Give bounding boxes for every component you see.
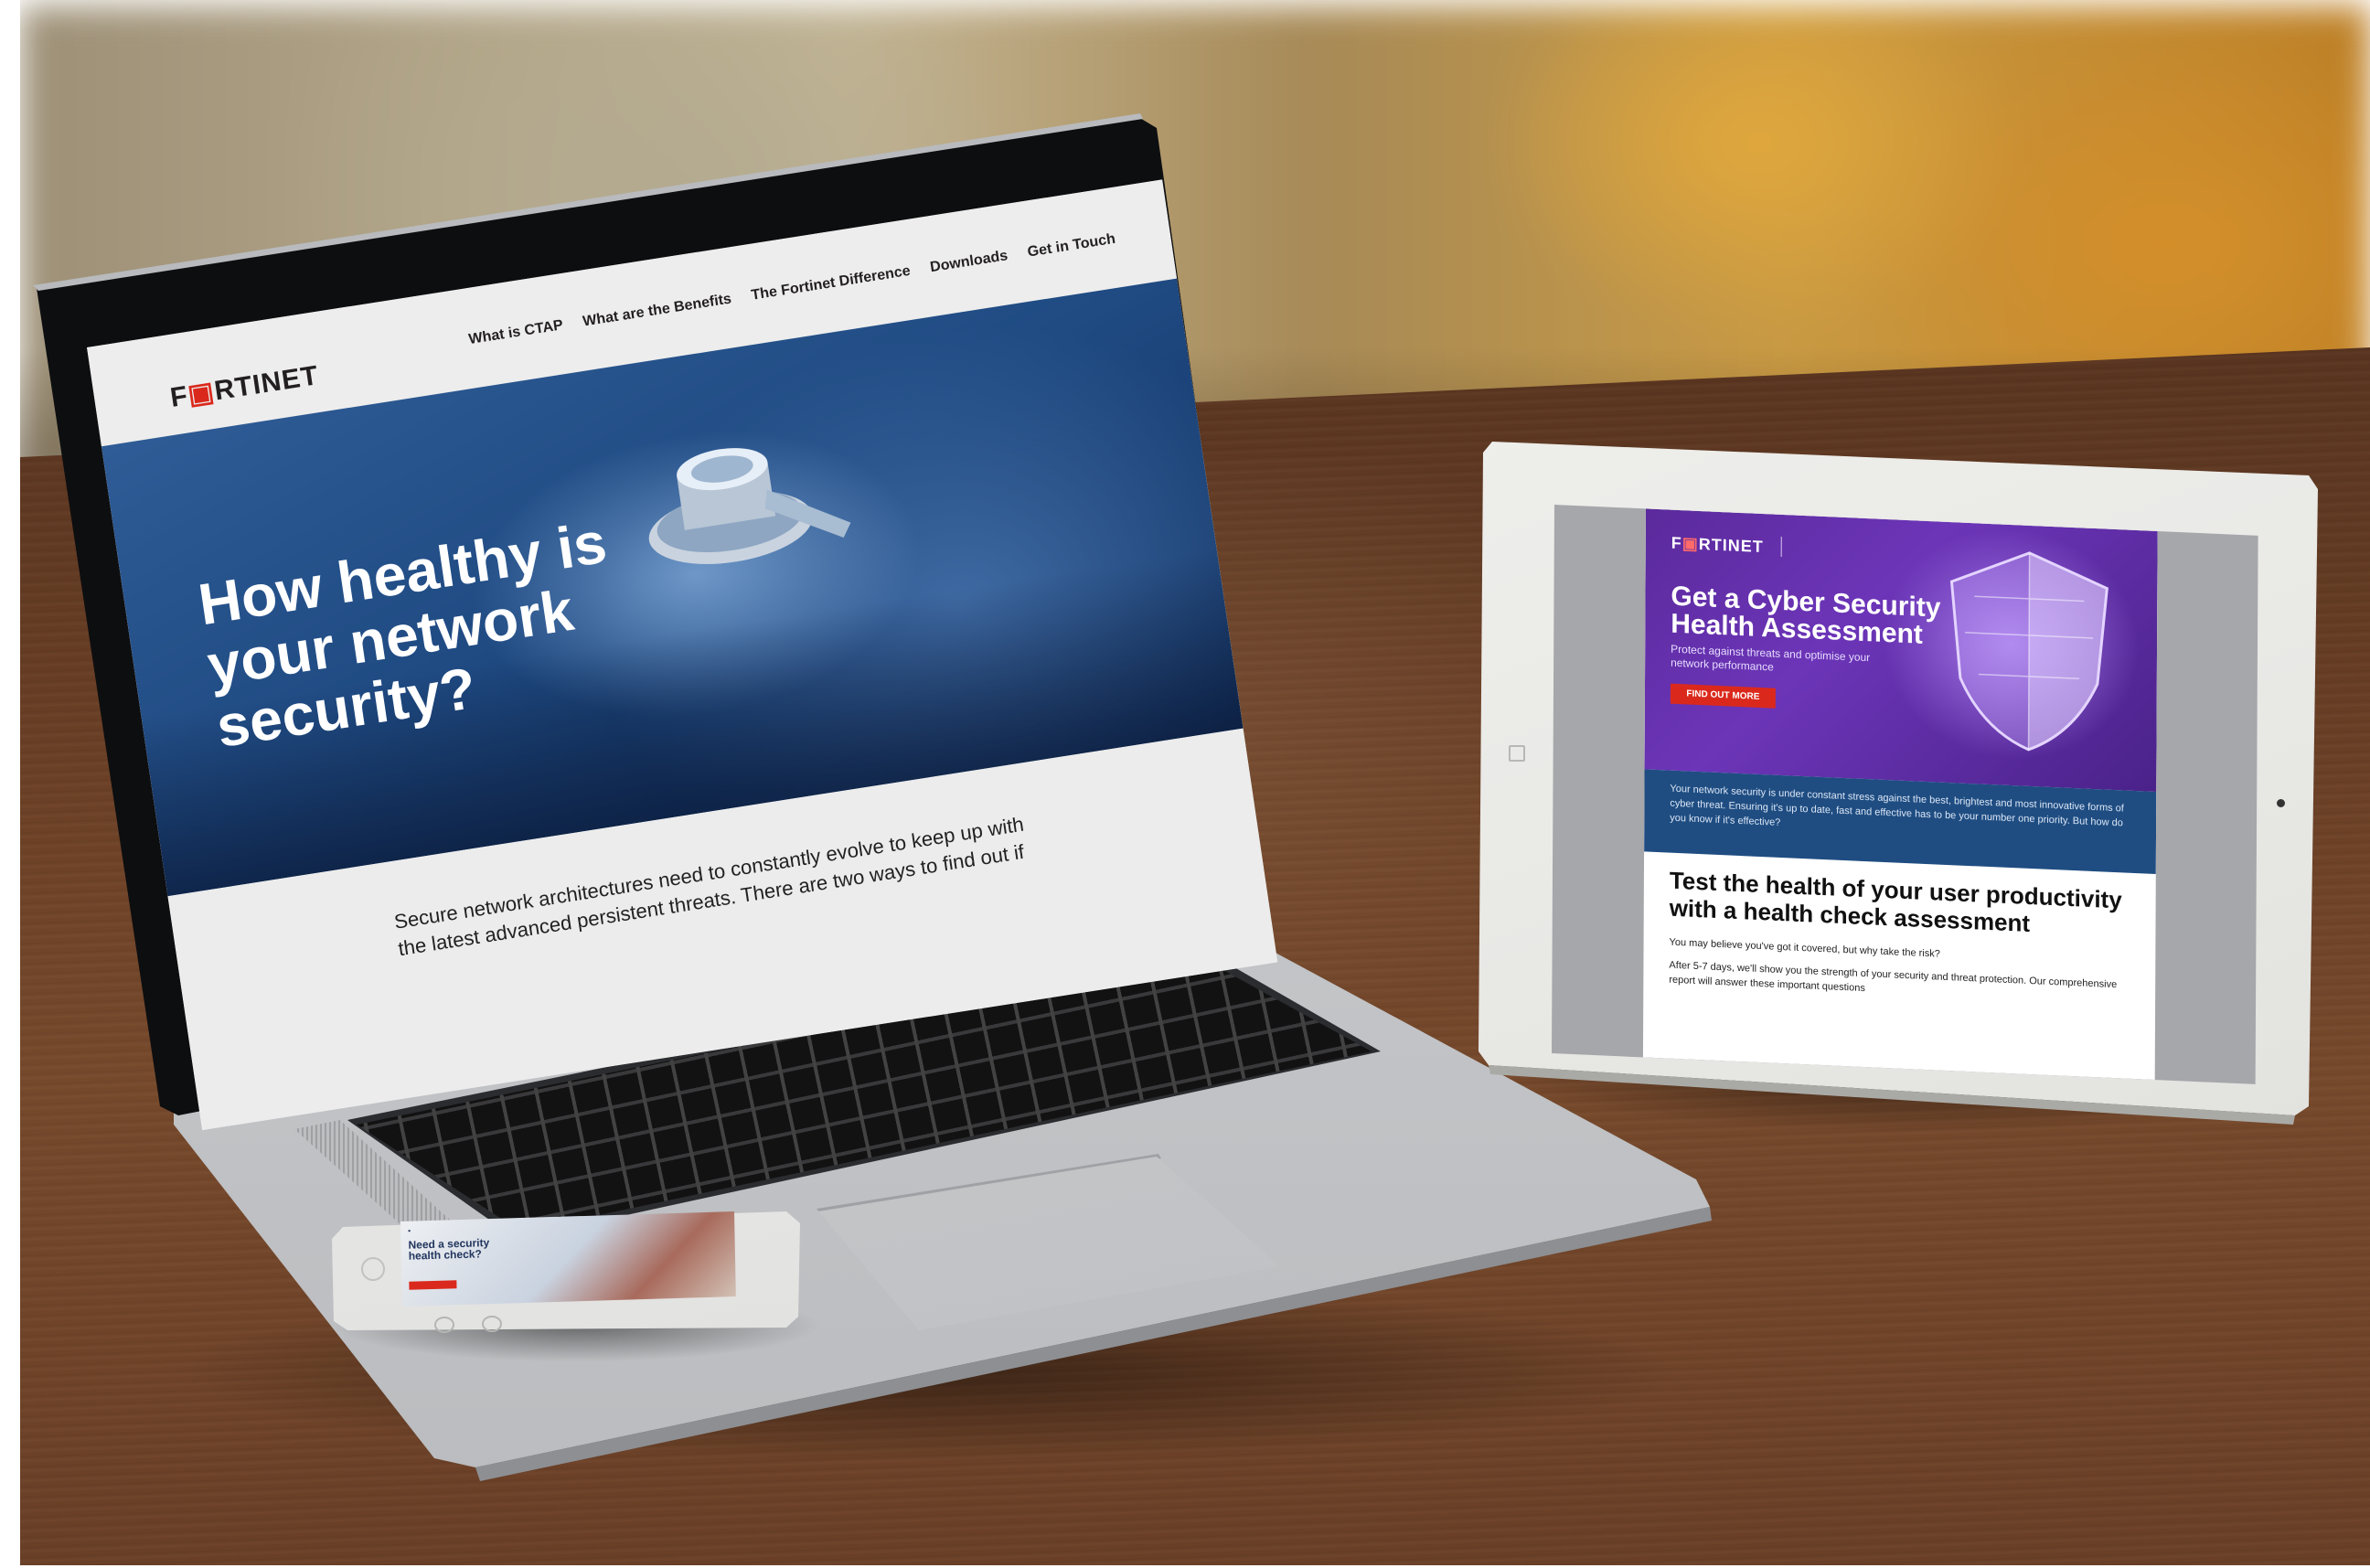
nav-fortinet-difference[interactable]: The Fortinet Difference (750, 263, 911, 304)
nav-get-in-touch[interactable]: Get in Touch (1027, 231, 1116, 261)
email-heading: Test the health of your user productivit… (1669, 866, 2122, 937)
logo-text: RTINET (212, 360, 321, 407)
logo-mark: ▣ (186, 376, 218, 411)
nav-benefits[interactable]: What are the Benefits (582, 291, 732, 330)
phone-side-button-2[interactable] (482, 1316, 502, 1332)
email-hero: F▣RTINET Get a Cyber Security Health Ass… (1644, 508, 2158, 793)
email-logo-text: RTINET (1698, 534, 1764, 557)
photo-scene: F▣RTINET What is CTAP What are the Benef… (0, 0, 2370, 1568)
laptop-webpage: F▣RTINET What is CTAP What are the Benef… (87, 179, 1278, 1131)
phone-home-button[interactable] (361, 1257, 385, 1281)
tablet-screen: F▣RTINET Get a Cyber Security Health Ass… (1552, 505, 2258, 1084)
email-logo-letter: F (1671, 533, 1682, 553)
phone-title: Need a security health check? (408, 1236, 490, 1263)
phone-logo: ▪ (408, 1226, 411, 1235)
phone-side-button[interactable] (434, 1317, 454, 1333)
laptop-display: F▣RTINET What is CTAP What are the Benef… (87, 179, 1278, 1202)
logo-divider (1780, 536, 1782, 557)
tablet-home-button[interactable] (1509, 745, 1525, 762)
phone-cta-button[interactable] (409, 1280, 457, 1290)
email-subtitle: Protect against threats and optimise you… (1671, 642, 1871, 674)
phone-display: ▪ Need a security health check? (400, 1211, 736, 1307)
fortinet-logo[interactable]: F▣RTINET (168, 359, 321, 414)
email-logo-mark: ▣ (1681, 534, 1699, 553)
find-out-more-button[interactable]: FIND OUT MORE (1670, 683, 1776, 709)
email-preview: F▣RTINET Get a Cyber Security Health Ass… (1642, 508, 2158, 1081)
nav-downloads[interactable]: Downloads (929, 248, 1009, 276)
tablet-display: F▣RTINET Get a Cyber Security Health Ass… (1552, 505, 2258, 1084)
tablet-camera (2277, 799, 2285, 807)
left-border (0, 0, 20, 1568)
nav-what-is-ctap[interactable]: What is CTAP (467, 317, 564, 348)
email-intro-text: Your network security is under constant … (1670, 783, 2124, 829)
email-fortinet-logo[interactable]: F▣RTINET (1671, 534, 1764, 557)
